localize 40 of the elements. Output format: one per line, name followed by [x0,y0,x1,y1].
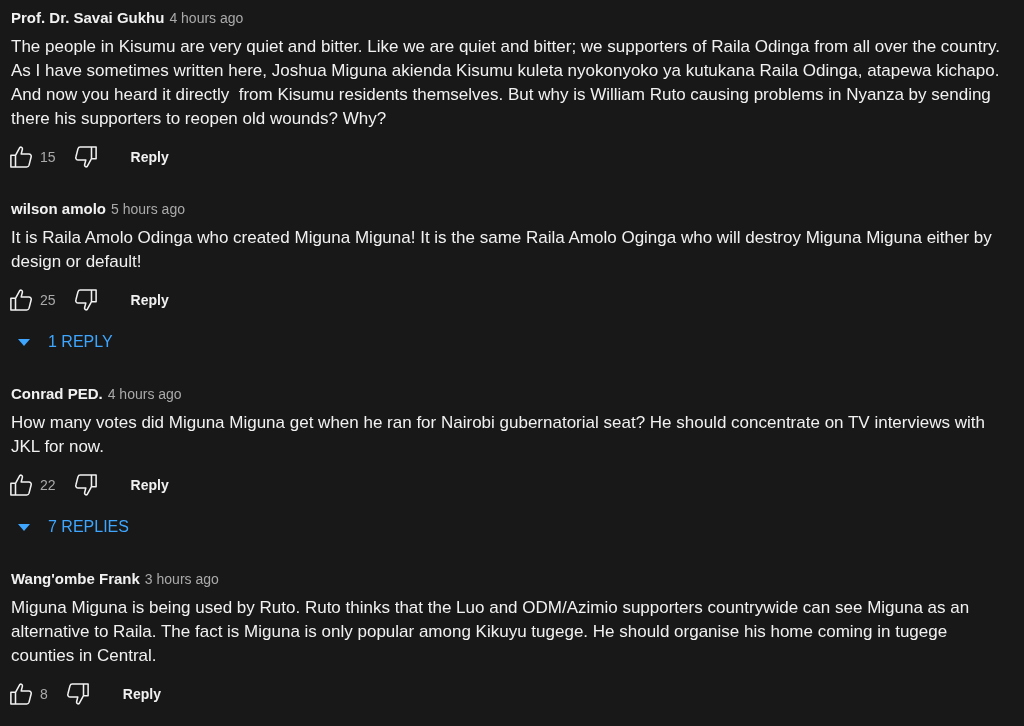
comment-text: Miguna Miguna is being used by Ruto. Ruto thinks that the Luo and ODM/Azimio supporters countrywide can see Miguna as an alternative to Raila. The fact is Miguna is only popular among Kikuyu tugege. He should organise his home coming in tugege counties in Central. [11,597,971,667]
thumbs-up-icon [10,474,32,496]
thumbs-down-icon [74,474,97,496]
thumbs-up-icon [10,146,32,168]
thumbs-down-icon [74,289,97,311]
view-replies-button[interactable]: 7 REPLIES [11,509,141,545]
caret-down-icon [18,523,30,531]
thumbs-up-icon [10,683,32,705]
comment-time[interactable]: 4 hours ago [169,9,244,27]
comment-time[interactable]: 3 hours ago [144,570,219,588]
like-button[interactable] [10,289,32,311]
like-button[interactable] [10,146,32,168]
reply-button[interactable]: Reply [114,284,185,316]
like-count: 22 [40,475,56,495]
like-button[interactable] [10,474,32,496]
like-count: 25 [40,290,56,310]
comment-text: It is Raila Amolo Odinga who created Miguna Miguna! It is the same Raila Amolo Oginga who will destroy Miguna Miguna either by design or default! [11,227,993,273]
comment-time[interactable]: 4 hours ago [107,385,182,403]
comment-time[interactable]: 5 hours ago [111,200,185,218]
comment-text: The people in Kisumu are very quiet and bitter. Like we are quiet and bitter; we supporters of Raila Odinga from all over the country. As I have sometimes written here, Joshua Miguna akienda Kisumu kuleta nyokonyoko ya kutukana Raila Odinga, atapewa kichapo. And now you heard it directly from Kisumu residents themselves. But why is William Ruto causing problems in Nyanza by sending there his supporters to reopen old wounds? Why? [11,36,1002,130]
like-count: 15 [40,147,56,167]
caret-down-icon [18,338,30,346]
dislike-button[interactable] [74,474,97,496]
view-replies-button[interactable]: 1 REPLY [11,324,125,360]
comment-text: How many votes did Miguna Miguna get when he ran for Nairobi gubernatorial seat? He should concentrate on TV interviews with JKL for now. [11,412,986,458]
comment-author[interactable]: wilson amolo [11,200,106,218]
dislike-button[interactable] [74,289,97,311]
thumbs-up-icon [10,289,32,311]
comment-author[interactable]: Wang'ombe Frank [11,570,140,588]
like-button[interactable] [10,683,32,705]
reply-button[interactable]: Reply [106,678,177,710]
reply-button[interactable]: Reply [114,141,185,173]
comment-author[interactable]: Conrad PED. [11,385,103,403]
comment-author[interactable]: Prof. Dr. Savai Gukhu [11,9,165,27]
dislike-button[interactable] [74,146,97,168]
thumbs-down-icon [66,683,89,705]
dislike-button[interactable] [66,683,89,705]
reply-button[interactable]: Reply [114,469,185,501]
thumbs-down-icon [74,146,97,168]
like-count: 8 [40,684,48,704]
